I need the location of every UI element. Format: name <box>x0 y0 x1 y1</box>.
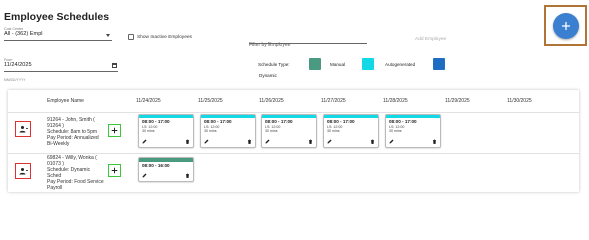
chevron-down-icon <box>106 34 110 37</box>
employee-line: Payroll <box>47 185 63 191</box>
show-inactive-label: Show Inactive Employees <box>137 34 192 40</box>
add-schedule-fab[interactable] <box>553 13 579 39</box>
legend-swatch-dynamic <box>433 58 445 70</box>
shift-time: 08:00 - 16:00 <box>142 163 170 168</box>
from-underline <box>4 71 118 72</box>
person-remove-icon <box>19 126 28 133</box>
plus-icon <box>111 167 118 174</box>
person-remove-icon <box>19 168 28 175</box>
from-date-field[interactable]: From 11/24/2025 MM/DD/YYYY <box>4 58 118 82</box>
shift-card[interactable]: 08:00 - 17:00 LS: 12:00 30 mins <box>385 114 441 148</box>
delete-icon[interactable] <box>185 173 190 178</box>
cost-center-underline <box>4 40 112 41</box>
header-day: 11/29/2025 <box>445 98 470 104</box>
edit-icon[interactable] <box>142 173 147 178</box>
legend-label-autogenerated: Autogenerated <box>385 62 416 67</box>
legend-swatch-autogenerated <box>362 58 374 70</box>
legend-swatch-manual <box>309 58 321 70</box>
header-day: 11/25/2025 <box>198 98 223 104</box>
shift-break: 30 mins <box>204 128 217 133</box>
edit-icon[interactable] <box>265 139 270 144</box>
employee-profile-button[interactable] <box>15 121 31 137</box>
add-employee-button[interactable]: Add Employee <box>415 37 446 42</box>
shift-card[interactable]: 08:00 - 17:00 LS: 12:00 30 mins <box>200 114 256 148</box>
shift-card[interactable]: 08:00 - 17:00 LS: 12:00 30 mins <box>261 114 317 148</box>
delete-icon[interactable] <box>308 139 313 144</box>
shift-break: 30 mins <box>142 128 155 133</box>
shift-break: 30 mins <box>389 128 402 133</box>
schedule-grid: Employee Name 11/24/2025 11/25/2025 11/2… <box>8 90 579 192</box>
shift-break: 30 mins <box>265 128 278 133</box>
edit-icon[interactable] <box>142 139 147 144</box>
from-value: 11/24/2025 <box>4 62 32 68</box>
shift-card[interactable]: 08:00 - 17:00 LS: 12:00 30 mins <box>138 114 194 148</box>
legend-label-manual: Manual <box>330 62 346 67</box>
employee-info: 69824 - Willy, Wonka ( 01073 ) Schedule:… <box>47 155 104 191</box>
header-day: 11/27/2025 <box>321 98 346 104</box>
edit-icon[interactable] <box>204 139 209 144</box>
employee-profile-button[interactable] <box>15 163 31 179</box>
add-shift-button[interactable] <box>108 164 121 177</box>
header-day: 11/28/2025 <box>383 98 408 104</box>
shift-break: 30 mins <box>327 128 340 133</box>
edit-icon[interactable] <box>389 139 394 144</box>
calendar-icon[interactable] <box>112 63 117 68</box>
employee-line: Bi-Weekly <box>47 141 70 147</box>
employee-info: 91264 - John, Smith ( 91264 ) Schedule: … <box>47 117 99 147</box>
shift-card[interactable]: 08:00 - 17:00 LS: 12:00 30 mins <box>323 114 379 148</box>
header-day: 11/26/2025 <box>259 98 284 104</box>
plus-icon <box>561 21 571 31</box>
row-divider <box>8 153 579 154</box>
header-divider <box>8 112 579 113</box>
delete-icon[interactable] <box>185 139 190 144</box>
delete-icon[interactable] <box>247 139 252 144</box>
shift-card[interactable]: 08:00 - 16:00 <box>138 157 194 182</box>
header-day: 11/24/2025 <box>136 98 161 104</box>
legend-label-dynamic: Dynamic <box>259 73 277 78</box>
edit-icon[interactable] <box>327 139 332 144</box>
add-shift-button[interactable] <box>108 124 121 137</box>
show-inactive-checkbox[interactable] <box>128 34 134 40</box>
cost-center-select[interactable]: Cost Center All - (362) Empl <box>4 27 112 41</box>
page-title: Employee Schedules <box>4 11 110 23</box>
cost-center-value: All - (362) Empl <box>4 31 43 37</box>
schedule-type-label: Schedule Type: <box>258 62 290 67</box>
delete-icon[interactable] <box>432 139 437 144</box>
plus-icon <box>111 127 118 134</box>
employee-filter-underline <box>249 43 367 44</box>
employee-filter-input[interactable]: Filter by Employee <box>249 33 367 48</box>
show-inactive-toggle[interactable]: Show Inactive Employees <box>128 34 192 40</box>
from-format-hint: MM/DD/YYYY <box>4 78 26 82</box>
header-employee-name: Employee Name <box>47 98 84 104</box>
delete-icon[interactable] <box>370 139 375 144</box>
fab-highlight <box>544 5 587 46</box>
header-day: 11/30/2025 <box>507 98 532 104</box>
